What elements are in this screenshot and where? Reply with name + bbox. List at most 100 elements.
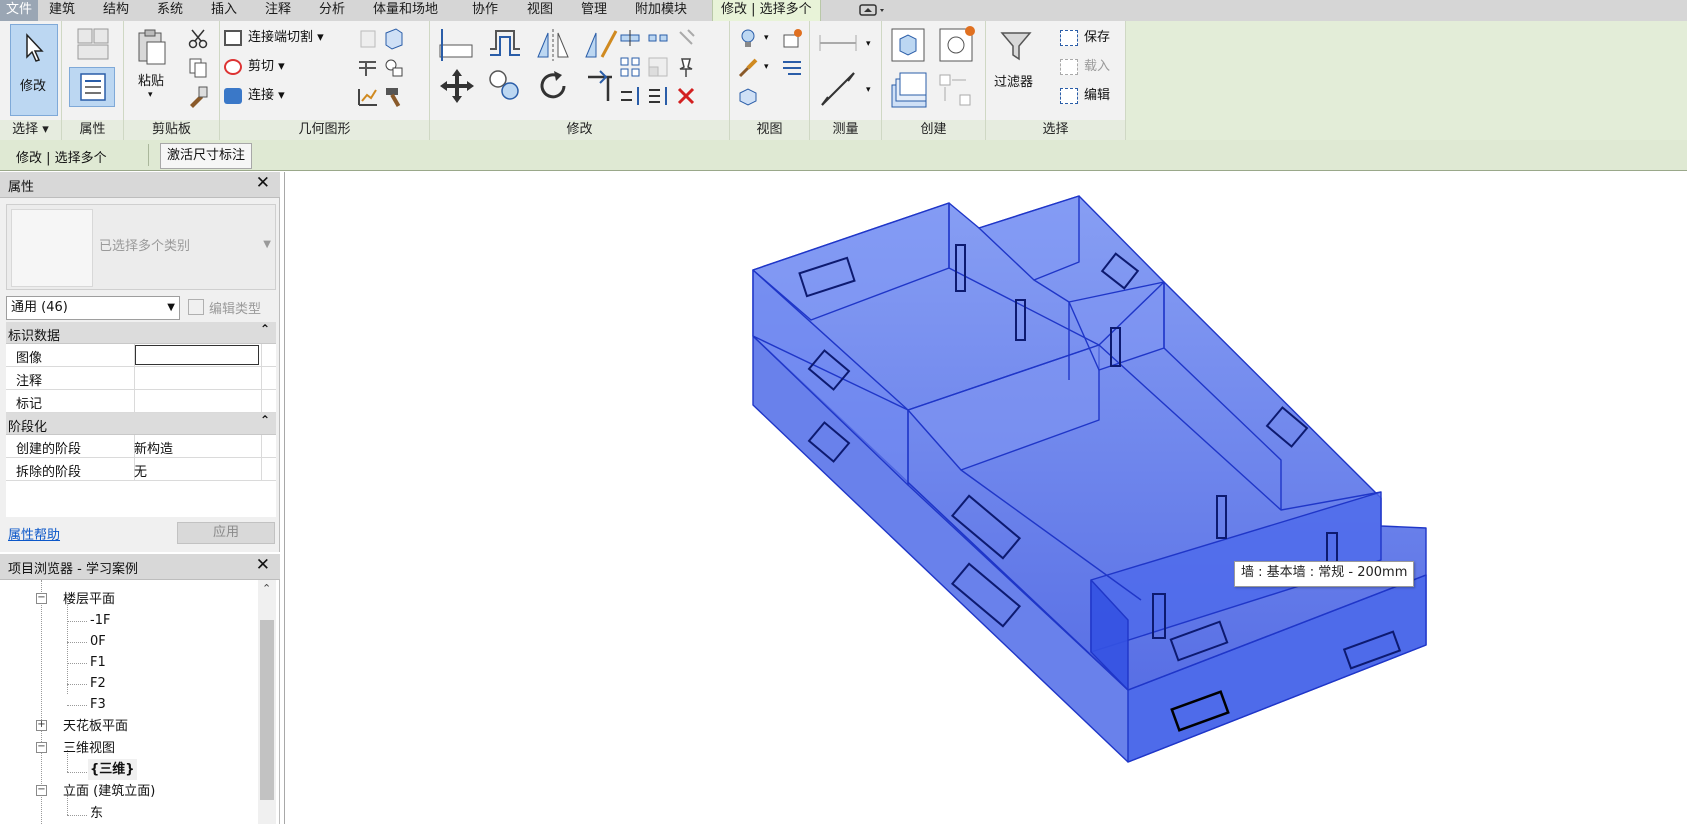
split-element-icon[interactable] bbox=[618, 26, 642, 50]
tree-item-level[interactable]: F2 bbox=[90, 673, 106, 694]
tree-item-level[interactable]: F1 bbox=[90, 652, 106, 673]
collapse-3d-views-icon[interactable]: − bbox=[36, 742, 47, 753]
hammer-icon[interactable] bbox=[382, 85, 406, 109]
tree-item-elevation-east[interactable]: 东 bbox=[90, 803, 103, 824]
measure-dropdown-icon[interactable]: ▾ bbox=[866, 39, 871, 49]
demolish-graph-icon[interactable] bbox=[356, 85, 380, 109]
dimension-dropdown-icon[interactable]: ▾ bbox=[866, 85, 871, 95]
mirror-pick-axis-icon[interactable] bbox=[534, 27, 572, 63]
offset-icon[interactable] bbox=[486, 27, 524, 63]
split-face-icon[interactable] bbox=[382, 27, 406, 51]
property-row-phase-created[interactable]: 创建的阶段 新构造 bbox=[6, 435, 276, 458]
building-3d-model[interactable] bbox=[285, 172, 1687, 824]
cope-icon[interactable] bbox=[356, 27, 380, 51]
image-value-field[interactable] bbox=[135, 345, 259, 365]
linework-dropdown-icon[interactable]: ▾ bbox=[764, 62, 769, 72]
tab-annotate[interactable]: 注释 bbox=[265, 0, 291, 21]
expand-ceiling-plans-icon[interactable]: + bbox=[36, 720, 47, 731]
ribbon-display-toggle[interactable] bbox=[858, 1, 890, 22]
paint-icon[interactable] bbox=[382, 56, 406, 80]
scroll-up-icon[interactable]: ⌃ bbox=[262, 582, 271, 595]
properties-close-icon[interactable]: ✕ bbox=[256, 173, 270, 193]
tab-analyze[interactable]: 分析 bbox=[319, 0, 345, 21]
tab-structure[interactable]: 结构 bbox=[103, 0, 129, 21]
trim-extend-single-icon[interactable] bbox=[618, 84, 642, 108]
tab-modify-select-multiple[interactable]: 修改 | 选择多个 bbox=[712, 0, 821, 21]
tab-systems[interactable]: 系统 bbox=[157, 0, 183, 21]
tab-architecture[interactable]: 建筑 bbox=[49, 0, 75, 21]
properties-button[interactable] bbox=[69, 67, 115, 107]
override-graphics-icon[interactable] bbox=[780, 27, 804, 51]
tree-item-3d-default[interactable]: {三维} bbox=[88, 759, 137, 780]
property-row-mark[interactable]: 标记 bbox=[6, 390, 276, 413]
rotate-icon[interactable] bbox=[534, 67, 572, 105]
tree-item-level[interactable]: F3 bbox=[90, 694, 106, 715]
activate-dimensions-button[interactable]: 激活尺寸标注 bbox=[160, 143, 253, 169]
tab-addins[interactable]: 附加模块 bbox=[635, 0, 687, 21]
delete-icon[interactable] bbox=[674, 84, 698, 108]
aligned-dimension-icon[interactable] bbox=[818, 69, 858, 109]
edit-selection-button[interactable]: 编辑 bbox=[1060, 83, 1110, 109]
tree-item-floor-plans[interactable]: 楼层平面 bbox=[63, 589, 115, 610]
browser-scrollbar[interactable]: ⌃ bbox=[258, 580, 276, 824]
filter-button[interactable]: 过滤器 bbox=[990, 25, 1042, 115]
collapse-elevations-icon[interactable]: − bbox=[36, 785, 47, 796]
type-properties-icon[interactable] bbox=[72, 27, 114, 61]
trim-extend-corner-icon[interactable] bbox=[582, 67, 620, 105]
group-identity-data[interactable]: 标识数据 ⌃ bbox=[6, 322, 276, 344]
property-row-comments[interactable]: 注释 bbox=[6, 367, 276, 390]
modify-button[interactable]: 修改 bbox=[10, 24, 58, 116]
tab-insert[interactable]: 插入 bbox=[211, 0, 237, 21]
align-icon[interactable] bbox=[438, 27, 476, 63]
tab-massing-site[interactable]: 体量和场地 bbox=[373, 0, 438, 21]
tab-collaborate[interactable]: 协作 bbox=[472, 0, 498, 21]
tree-item-elevations[interactable]: 立面 (建筑立面) bbox=[63, 781, 155, 802]
create-group-icon[interactable] bbox=[888, 71, 930, 111]
tab-file[interactable]: 文件 bbox=[0, 0, 39, 21]
split-with-gap-icon[interactable] bbox=[646, 26, 670, 50]
scrollbar-thumb[interactable] bbox=[260, 620, 274, 800]
view-cube-icon[interactable] bbox=[736, 85, 760, 109]
paintbrush-icon[interactable] bbox=[736, 56, 760, 80]
linework-icon[interactable] bbox=[780, 56, 804, 80]
cut-scissors-icon[interactable] bbox=[186, 27, 210, 51]
tree-item-3d-views[interactable]: 三维视图 bbox=[63, 738, 115, 759]
apply-button[interactable]: 应用 bbox=[177, 522, 275, 544]
tree-item-ceiling-plans[interactable]: 天花板平面 bbox=[63, 716, 128, 737]
tree-item-level[interactable]: -1F bbox=[90, 610, 110, 631]
properties-help-link[interactable]: 属性帮助 bbox=[8, 524, 60, 543]
move-icon[interactable] bbox=[438, 67, 476, 105]
drawing-area[interactable] bbox=[284, 172, 1687, 824]
array-icon[interactable] bbox=[618, 55, 642, 79]
match-properties-icon[interactable] bbox=[186, 85, 210, 109]
load-selection-button[interactable]: 载入 bbox=[1060, 54, 1110, 80]
join-geometry-button[interactable]: 连接 ▾ bbox=[224, 83, 285, 109]
hide-dropdown-icon[interactable]: ▾ bbox=[764, 33, 769, 43]
property-row-phase-demolished[interactable]: 拆除的阶段 无 bbox=[6, 458, 276, 481]
browser-close-icon[interactable]: ✕ bbox=[256, 555, 270, 575]
edit-type-button[interactable]: 编辑类型 bbox=[188, 298, 261, 317]
tree-item-level[interactable]: 0F bbox=[90, 631, 106, 652]
tab-view[interactable]: 视图 bbox=[527, 0, 553, 21]
paste-button[interactable]: 粘贴 ▾ bbox=[130, 24, 174, 116]
copy-icon[interactable] bbox=[186, 56, 210, 80]
mirror-draw-axis-icon[interactable] bbox=[582, 27, 620, 63]
cut-geometry-button[interactable]: 剪切 ▾ bbox=[224, 54, 285, 80]
join-cut-button[interactable]: 连接端切割 ▾ bbox=[224, 25, 324, 51]
trim-extend-multiple-icon[interactable] bbox=[646, 84, 670, 108]
collapse-floor-plans-icon[interactable]: − bbox=[36, 593, 47, 604]
type-selector[interactable]: 已选择多个类别 ▼ bbox=[6, 204, 276, 290]
measure-between-icon[interactable] bbox=[818, 31, 858, 55]
save-selection-button[interactable]: 保存 bbox=[1060, 25, 1110, 51]
panel-title-select[interactable]: 选择 ▾ bbox=[0, 120, 61, 140]
scale-icon[interactable] bbox=[646, 55, 670, 79]
wall-joins-icon[interactable] bbox=[356, 56, 380, 80]
tab-manage[interactable]: 管理 bbox=[581, 0, 607, 21]
create-assembly-icon[interactable] bbox=[888, 25, 928, 65]
unpin-icon[interactable] bbox=[674, 26, 698, 50]
create-similar-icon[interactable] bbox=[936, 71, 976, 111]
property-row-image[interactable]: 图像 bbox=[6, 344, 276, 367]
copy-element-icon[interactable] bbox=[486, 67, 524, 105]
group-phasing[interactable]: 阶段化 ⌃ bbox=[6, 413, 276, 435]
lightbulb-icon[interactable] bbox=[736, 27, 760, 51]
